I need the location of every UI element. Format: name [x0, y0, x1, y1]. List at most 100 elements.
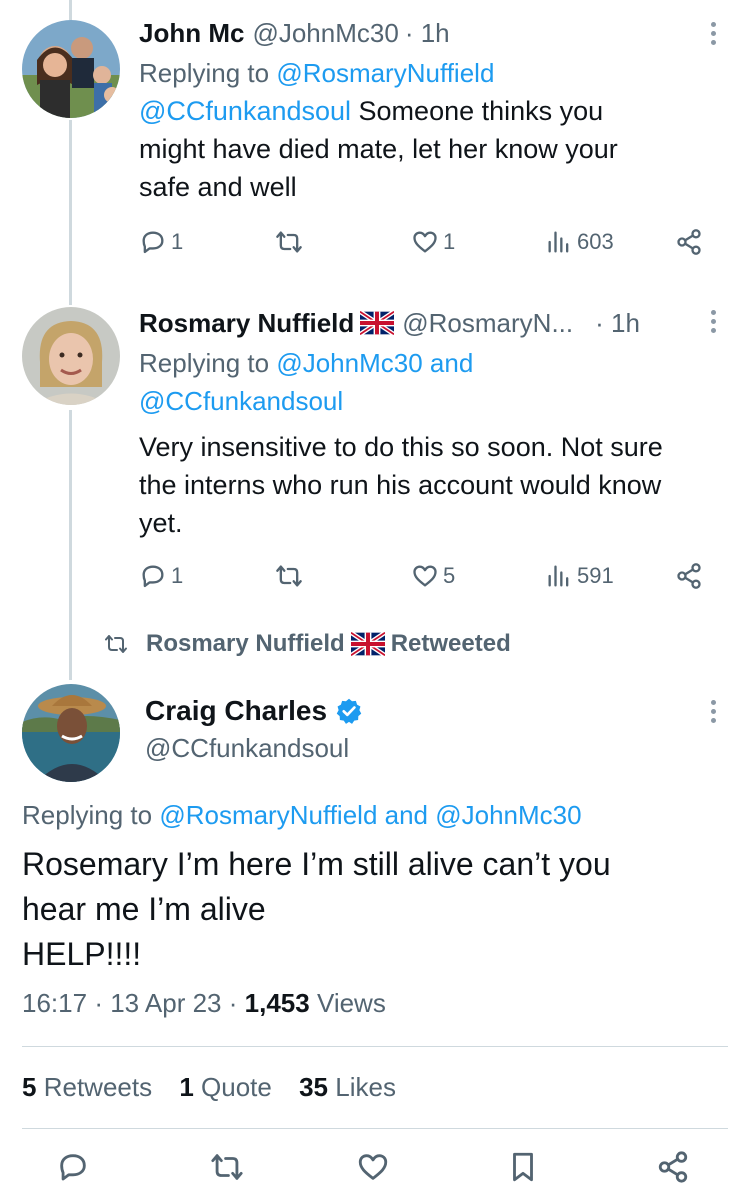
tweet-time[interactable]: · 1h	[405, 16, 450, 50]
tweet-action-bar	[0, 1150, 750, 1196]
tweet-text-line: might have died mate, let her know your	[139, 134, 618, 164]
tweet-author-handle[interactable]: @RosmaryN...	[402, 306, 573, 340]
avatar[interactable]	[22, 20, 120, 118]
tweet-2[interactable]: Rosmary Nuffield @RosmaryN... · 1h Reply…	[139, 306, 730, 542]
main-tweet-author[interactable]: Craig Charles	[145, 695, 363, 727]
like-count: 5	[443, 563, 456, 588]
share-icon	[677, 563, 701, 589]
views-button[interactable]: 603	[545, 228, 614, 256]
tweet-text: Very insensitive to do this so soon. Not…	[139, 428, 730, 542]
thread-line	[69, 120, 72, 305]
more-icon[interactable]	[708, 700, 718, 727]
heart-icon	[413, 565, 437, 587]
likes-count: 35	[299, 1072, 329, 1102]
share-icon	[658, 1151, 688, 1183]
bookmark-button[interactable]	[506, 1150, 540, 1184]
quotes-stat[interactable]: 1 Quote	[179, 1072, 272, 1102]
retweet-icon	[105, 635, 127, 653]
tweet-actions: 1 1 603	[139, 228, 730, 268]
quotes-count: 1	[179, 1072, 194, 1102]
divider	[22, 1128, 728, 1129]
mention-link[interactable]: @CCfunkandsoul	[139, 96, 351, 126]
more-icon[interactable]	[708, 22, 718, 49]
more-icon[interactable]	[708, 310, 718, 337]
retweet-button[interactable]	[275, 562, 303, 590]
tweet-author-handle[interactable]: @JohnMc30	[252, 16, 398, 50]
like-button[interactable]	[356, 1150, 390, 1184]
views-icon	[548, 565, 569, 587]
tweet-time[interactable]: · 1h	[595, 306, 640, 340]
tweet-text-line: Rosemary I’m here I’m still alive can’t …	[22, 846, 611, 882]
retweets-stat[interactable]: 5 Retweets	[22, 1072, 152, 1102]
retweets-label: Retweets	[43, 1072, 153, 1102]
tweet-text-line: Very insensitive to do this so soon. Not…	[139, 432, 663, 462]
reply-count: 1	[171, 229, 184, 254]
tweet-text-line: safe and well	[139, 172, 297, 202]
tweet-text-line: HELP!!!!	[22, 936, 142, 972]
heart-icon	[413, 231, 437, 253]
tweet-time[interactable]: 16:17	[22, 988, 87, 1018]
retweet-icon	[276, 231, 302, 253]
share-icon	[677, 229, 701, 255]
replying-to-link[interactable]: @JohnMc30	[276, 348, 422, 378]
retweeter-name[interactable]: Rosmary Nuffield	[146, 630, 345, 658]
like-count: 1	[443, 229, 456, 254]
engagement-stats: 5 Retweets 1 Quote 35 Likes	[22, 1072, 416, 1103]
likes-label: Likes	[335, 1072, 396, 1102]
verified-badge-icon	[336, 698, 362, 724]
replying-prefix: Replying to	[22, 800, 160, 830]
replying-and: and	[377, 800, 436, 830]
heart-icon	[358, 1154, 388, 1180]
author-handle[interactable]: @CCfunkandsoul	[145, 733, 349, 764]
avatar[interactable]	[22, 684, 120, 782]
views-count: 603	[577, 229, 614, 254]
tweet-date[interactable]: 13 Apr 23	[110, 988, 221, 1018]
tweet-text-line: yet.	[139, 508, 183, 538]
views-count: 1,453	[244, 988, 310, 1018]
reply-button[interactable]	[56, 1150, 90, 1184]
tweet-text-line: hear me I’m alive	[22, 891, 266, 927]
views-count: 591	[577, 563, 614, 588]
share-button[interactable]	[656, 1150, 690, 1184]
like-button[interactable]: 5	[411, 562, 455, 590]
replying-to-link[interactable]: @RosmaryNuffield	[276, 58, 494, 88]
views-button[interactable]: 591	[545, 562, 614, 590]
replying-to: Replying to @RosmaryNuffield and @JohnMc…	[22, 800, 582, 831]
reply-count: 1	[171, 563, 184, 588]
replying-to: Replying to @JohnMc30 and @CCfunkandsoul	[139, 344, 730, 420]
replying-to-link[interactable]: @RosmaryNuffield	[159, 800, 377, 830]
replying-to: Replying to @RosmaryNuffield	[139, 54, 730, 92]
retweeted-label: Retweeted	[390, 630, 511, 657]
likes-stat[interactable]: 35 Likes	[299, 1072, 396, 1102]
replying-and: and	[422, 348, 474, 378]
replying-to-link[interactable]: @JohnMc30	[435, 800, 581, 830]
tweet-actions: 1 5 591	[139, 562, 730, 602]
thread-line	[69, 0, 72, 20]
reply-icon	[142, 565, 164, 588]
tweet-text-line: the interns who run his account would kn…	[139, 470, 662, 500]
share-button[interactable]	[675, 228, 703, 256]
tweet-meta: 16:17 · 13 Apr 23 · 1,453 Views	[22, 988, 386, 1018]
thread-line	[69, 410, 72, 680]
reply-button[interactable]: 1	[139, 228, 183, 256]
retweet-button[interactable]	[275, 228, 303, 256]
uk-flag-icon	[360, 311, 395, 335]
avatar[interactable]	[22, 307, 120, 405]
retweet-icon	[276, 565, 302, 587]
tweet-text: @CCfunkandsoul Someone thinks you might …	[139, 92, 730, 206]
tweet-author-name[interactable]: Rosmary Nuffield	[139, 306, 354, 340]
divider	[22, 1046, 728, 1047]
reply-button[interactable]: 1	[139, 562, 183, 590]
replying-to-link[interactable]: @CCfunkandsoul	[139, 386, 343, 416]
retweeted-banner[interactable]: Rosmary Nuffield Retweeted	[104, 630, 511, 658]
replying-prefix: Replying to	[139, 58, 277, 88]
share-button[interactable]	[675, 562, 703, 590]
reply-icon	[60, 1154, 86, 1181]
quotes-label: Quote	[201, 1072, 272, 1102]
uk-flag-icon	[350, 632, 385, 656]
author-name[interactable]: Craig Charles	[145, 695, 327, 727]
retweet-button[interactable]	[210, 1150, 244, 1184]
tweet-author-name[interactable]: John Mc	[139, 16, 244, 50]
like-button[interactable]: 1	[411, 228, 455, 256]
tweet-1[interactable]: John Mc @JohnMc30 · 1h Replying to @Rosm…	[139, 16, 730, 206]
